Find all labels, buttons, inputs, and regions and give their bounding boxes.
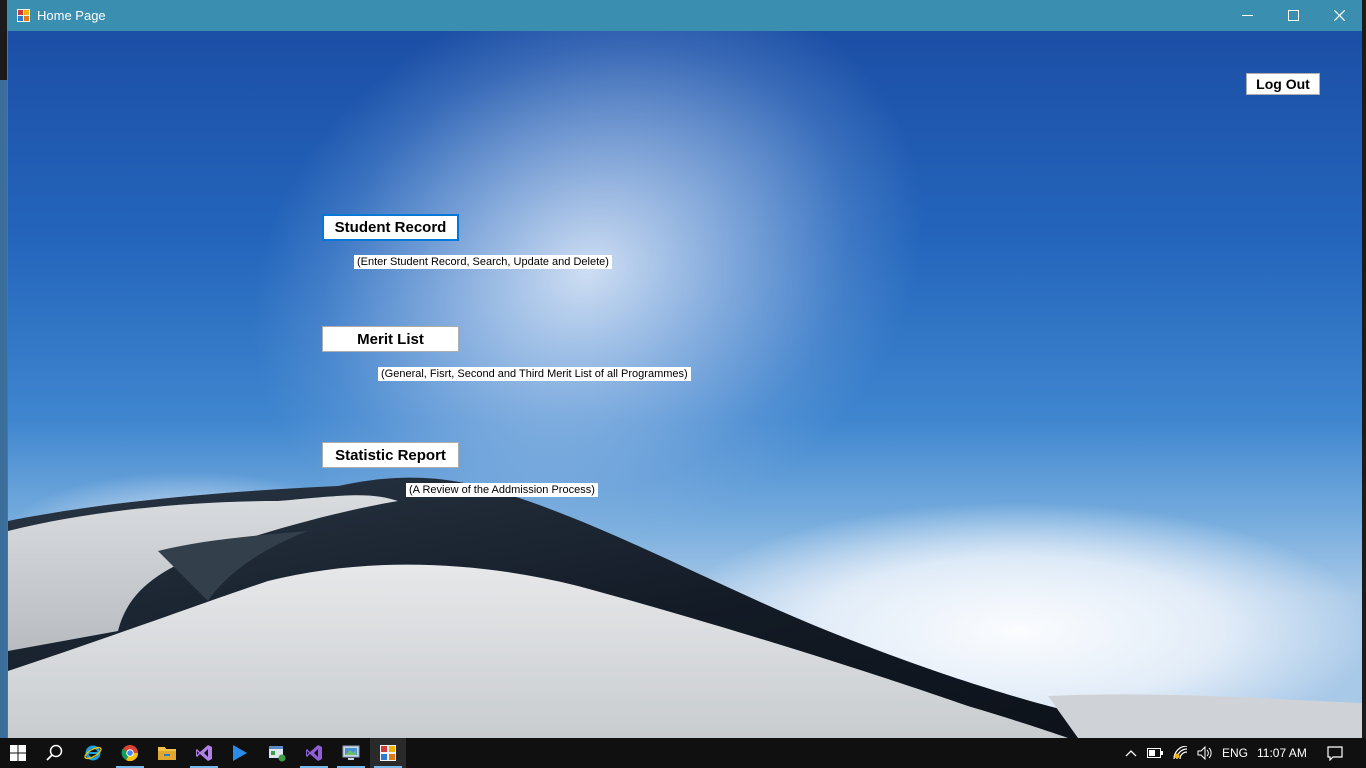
chevron-up-icon — [1125, 750, 1137, 757]
speaker-icon — [1197, 746, 1212, 760]
start-button[interactable] — [0, 738, 36, 768]
action-center-button[interactable] — [1318, 738, 1352, 768]
close-icon — [1333, 10, 1345, 21]
minimize-icon — [1241, 15, 1253, 16]
taskbar-search-button[interactable] — [37, 738, 73, 768]
minimize-button[interactable] — [1224, 0, 1270, 31]
taskbar-visual-studio-2[interactable] — [296, 738, 332, 768]
maximize-icon — [1287, 10, 1299, 21]
statistic-report-caption: (A Review of the Addmission Process) — [406, 483, 598, 497]
merit-list-button[interactable]: Merit List — [322, 326, 459, 352]
visual-studio-icon — [196, 745, 212, 761]
close-button[interactable] — [1316, 0, 1362, 31]
chrome-icon — [121, 745, 139, 762]
window-title: Home Page — [37, 8, 106, 23]
remote-desktop-icon — [342, 745, 360, 760]
home-page-window: Home Page Log Out Student Record (Enter … — [7, 0, 1362, 738]
file-explorer-icon — [158, 747, 176, 760]
taskbar-visual-studio[interactable] — [186, 738, 222, 768]
taskbar: ENG 11:07 AM — [0, 738, 1366, 768]
taskbar-app-installer[interactable] — [259, 738, 295, 768]
taskbar-internet-explorer[interactable] — [75, 738, 111, 768]
statistic-report-button[interactable]: Statistic Report — [322, 442, 459, 468]
app-installer-icon — [269, 746, 286, 762]
media-player-icon — [233, 745, 247, 761]
form-client-area: Log Out Student Record (Enter Student Re… — [8, 31, 1362, 738]
taskbar-file-explorer[interactable] — [149, 738, 185, 768]
start-icon — [10, 745, 26, 761]
search-icon — [46, 744, 63, 761]
visual-studio-2-icon — [306, 745, 322, 761]
maximize-button[interactable] — [1270, 0, 1316, 31]
title-bar: Home Page — [7, 0, 1362, 31]
internet-explorer-icon — [84, 745, 102, 761]
tray-volume[interactable] — [1190, 738, 1220, 768]
wifi-icon — [1173, 746, 1188, 760]
app-icon — [17, 9, 30, 22]
taskbar-home-page-app[interactable] — [370, 738, 406, 768]
student-record-caption: (Enter Student Record, Search, Update an… — [354, 255, 612, 269]
home-page-app-icon — [380, 745, 396, 761]
battery-icon — [1147, 748, 1163, 758]
student-record-button[interactable]: Student Record — [322, 214, 459, 241]
background-dunes — [8, 477, 1362, 738]
taskbar-remote-desktop[interactable] — [333, 738, 369, 768]
log-out-button[interactable]: Log Out — [1246, 73, 1320, 95]
tray-language[interactable]: ENG — [1222, 746, 1248, 760]
taskbar-media-player[interactable] — [222, 738, 258, 768]
background-window-edge — [0, 80, 7, 738]
taskbar-chrome[interactable] — [112, 738, 148, 768]
merit-list-caption: (General, Fisrt, Second and Third Merit … — [378, 367, 691, 381]
notification-icon — [1327, 745, 1343, 761]
tray-clock[interactable]: 11:07 AM — [1257, 746, 1307, 760]
